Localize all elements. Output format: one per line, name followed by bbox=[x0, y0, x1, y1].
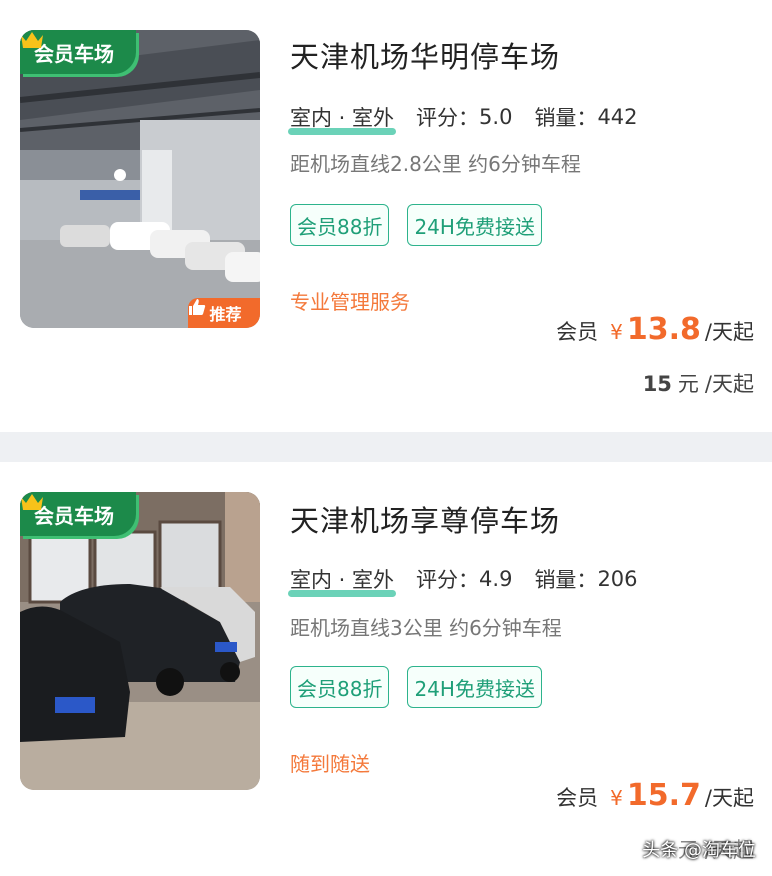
member-lot-badge: 会员车场 bbox=[20, 492, 136, 536]
original-price-unit: /天起 bbox=[704, 372, 754, 396]
parking-lot-name[interactable]: 天津机场华明停车场 bbox=[290, 34, 560, 76]
parking-lot-name[interactable]: 天津机场享尊停车场 bbox=[290, 498, 560, 540]
location-type: 室内 · 室外 bbox=[288, 564, 397, 597]
member-price-row: 会员 ¥ 15.7 /天起 bbox=[556, 778, 754, 813]
airport-distance: 距机场直线3公里 约6分钟车程 bbox=[290, 616, 562, 640]
currency-symbol: ¥ bbox=[610, 786, 623, 810]
price-unit: /天起 bbox=[704, 320, 754, 344]
service-description: 随到随送 bbox=[290, 752, 370, 776]
airport-distance: 距机场直线2.8公里 约6分钟车程 bbox=[290, 152, 581, 176]
recommend-label: 推荐 bbox=[209, 305, 242, 324]
original-price-row: 15 元 /天起 bbox=[643, 368, 754, 398]
member-price: 15.7 bbox=[626, 778, 701, 813]
parking-lot-photo[interactable]: 会员车场 bbox=[20, 492, 260, 790]
currency-symbol: ¥ bbox=[610, 320, 623, 344]
rating-label: 评分： bbox=[416, 106, 480, 130]
garage-image bbox=[20, 30, 260, 328]
garage-image bbox=[20, 492, 260, 790]
rating-label: 评分： bbox=[416, 568, 480, 592]
sales-value: 206 bbox=[597, 567, 638, 591]
member-badge-label: 会员车场 bbox=[34, 41, 114, 66]
tag-member-discount: 会员88折 bbox=[290, 204, 390, 246]
service-description: 专业管理服务 bbox=[290, 290, 410, 314]
original-price-currency: 元 bbox=[677, 372, 699, 396]
member-lot-badge: 会员车场 bbox=[20, 30, 136, 74]
tag-free-shuttle: 24H免费接送 bbox=[407, 666, 542, 708]
lot-meta-row: 室内 · 室外 评分： 4.9 销量： 206 bbox=[288, 564, 638, 597]
sales-value: 442 bbox=[597, 105, 638, 129]
watermark: 头条 @淘车位 bbox=[642, 840, 756, 861]
tag-member-discount: 会员88折 bbox=[290, 666, 390, 708]
sales-label: 销量： bbox=[534, 568, 598, 592]
location-type: 室内 · 室外 bbox=[288, 102, 397, 135]
member-price-label: 会员 bbox=[556, 320, 599, 344]
tag-free-shuttle: 24H免费接送 bbox=[407, 204, 542, 246]
recommend-badge: 推荐 bbox=[188, 298, 260, 328]
rating-value: 5.0 bbox=[479, 105, 513, 129]
sales-label: 销量： bbox=[534, 106, 598, 130]
benefit-tags: 会员88折 24H免费接送 bbox=[290, 204, 560, 246]
member-price-row: 会员 ¥ 13.8 /天起 bbox=[556, 312, 754, 347]
parking-listing-card[interactable]: 会员车场 天津机场享尊停车场 室内 · 室外 评分： 4.9 销量： 206 距… bbox=[0, 462, 772, 876]
lot-meta-row: 室内 · 室外 评分： 5.0 销量： 442 bbox=[288, 102, 638, 135]
member-badge-label: 会员车场 bbox=[34, 503, 114, 528]
member-price-label: 会员 bbox=[556, 786, 599, 810]
parking-lot-photo[interactable]: 会员车场 推荐 bbox=[20, 30, 260, 328]
member-price: 13.8 bbox=[626, 312, 701, 347]
original-price: 15 bbox=[642, 372, 672, 396]
parking-listing-card[interactable]: 会员车场 推荐 天津机场华明停车场 室内 · 室外 评分： 5.0 销量： 44… bbox=[0, 0, 772, 432]
rating-value: 4.9 bbox=[479, 567, 513, 591]
benefit-tags: 会员88折 24H免费接送 bbox=[290, 666, 560, 708]
price-unit: /天起 bbox=[704, 786, 754, 810]
